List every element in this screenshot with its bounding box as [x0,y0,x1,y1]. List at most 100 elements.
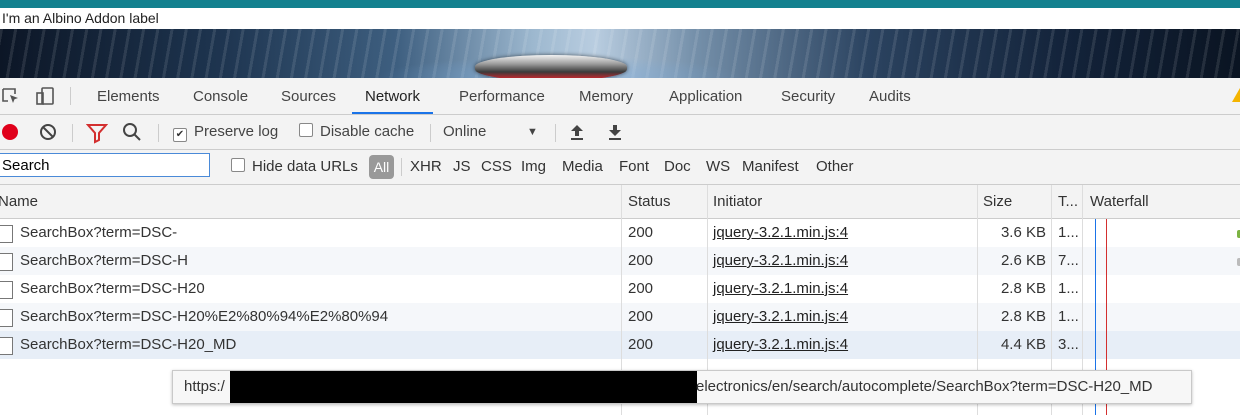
banner-product-image [475,55,627,78]
checkbox-icon [299,123,313,137]
dropdown-arrow-icon[interactable]: ▼ [527,115,538,149]
export-har-icon[interactable] [607,115,623,149]
tab-console[interactable]: Console [191,78,250,114]
import-har-icon[interactable] [569,115,585,149]
request-size: 2.8 KB [1000,280,1046,297]
table-row-selected[interactable]: SearchBox?term=DSC-H20_MD 200 jquery-3.2… [0,331,1240,359]
clear-icon[interactable] [38,115,58,149]
toolbar-divider [555,124,556,142]
request-name: SearchBox?term=DSC-H20_MD [20,336,237,353]
request-name: SearchBox?term=DSC-H20 [20,280,205,297]
filter-type-img[interactable]: Img [521,150,546,184]
request-time: 1... [1058,224,1079,241]
request-time: 1... [1058,280,1079,297]
checkbox-icon [231,158,245,172]
hide-data-urls-checkbox[interactable]: Hide data URLs [231,150,358,184]
request-size: 2.8 KB [1000,308,1046,325]
request-initiator-link[interactable]: jquery-3.2.1.min.js:4 [713,303,848,331]
toolbar-divider [72,124,73,142]
request-initiator-link[interactable]: jquery-3.2.1.min.js:4 [713,219,848,247]
request-initiator-link[interactable]: jquery-3.2.1.min.js:4 [713,275,848,303]
request-status: 200 [628,308,654,325]
request-time: 3... [1058,336,1079,353]
column-header-waterfall[interactable]: Waterfall [1090,185,1149,218]
toolbar-divider [430,124,431,142]
request-time: 7... [1058,252,1079,269]
hide-data-urls-label: Hide data URLs [252,158,358,175]
request-status: 200 [628,252,654,269]
filter-type-xhr[interactable]: XHR [410,150,442,184]
request-size: 3.6 KB [1000,224,1046,241]
column-header-size[interactable]: Size [983,185,1012,218]
addon-label: I'm an Albino Addon label [2,10,159,26]
tooltip-url-suffix: electronics/en/search/autocomplete/Searc… [696,378,1153,395]
tab-elements[interactable]: Elements [95,78,162,114]
throttle-value: Online [443,123,487,140]
table-row[interactable]: SearchBox?term=DSC- 200 jquery-3.2.1.min… [0,219,1240,247]
tab-performance[interactable]: Performance [457,78,547,114]
disable-cache-label: Disable cache [320,123,415,140]
request-initiator-link[interactable]: jquery-3.2.1.min.js:4 [713,247,848,275]
document-icon [0,253,13,271]
inspect-element-icon[interactable] [1,87,21,105]
tab-security[interactable]: Security [779,78,837,114]
document-icon [0,337,13,355]
toolbar-divider [158,124,159,142]
request-status: 200 [628,224,654,241]
filter-type-doc[interactable]: Doc [664,150,691,184]
table-row[interactable]: SearchBox?term=DSC-H20 200 jquery-3.2.1.… [0,275,1240,303]
document-icon [0,309,13,327]
tab-application[interactable]: Application [667,78,744,114]
table-header: Name Status Initiator Size T... Waterfal… [0,185,1240,219]
tab-divider [70,87,71,105]
filter-type-manifest[interactable]: Manifest [742,150,799,184]
filter-type-other[interactable]: Other [816,150,854,184]
devtools-tab-strip: Elements Console Sources Network Perform… [0,78,1240,115]
filter-type-js[interactable]: JS [453,150,471,184]
request-name: SearchBox?term=DSC-H20%E2%80%94%E2%80%94 [20,308,389,325]
filter-search-input[interactable] [0,153,210,177]
request-status: 200 [628,336,654,353]
warning-icon[interactable] [1232,88,1240,102]
page-banner-image [0,29,1240,78]
request-size: 4.4 KB [1000,336,1046,353]
throttle-select[interactable]: Online [443,115,486,149]
table-row[interactable]: SearchBox?term=DSC-H20%E2%80%94%E2%80%94… [0,303,1240,331]
column-header-initiator[interactable]: Initiator [713,185,762,218]
preserve-log-checkbox[interactable]: ✔ Preserve log [173,115,278,149]
top-accent-bar [0,0,1240,8]
request-initiator-link[interactable]: jquery-3.2.1.min.js:4 [713,331,848,359]
request-name: SearchBox?term=DSC- [20,224,178,241]
column-header-name[interactable]: Name [0,185,38,218]
filter-type-css[interactable]: CSS [481,150,512,184]
request-time: 1... [1058,308,1079,325]
device-toolbar-icon[interactable] [36,87,56,105]
filter-icon[interactable] [85,115,109,149]
column-header-time[interactable]: T... [1058,185,1078,218]
request-status: 200 [628,280,654,297]
filter-type-media[interactable]: Media [562,150,603,184]
preserve-log-label: Preserve log [194,123,279,140]
request-name: SearchBox?term=DSC-H [20,252,188,269]
filter-type-font[interactable]: Font [619,150,649,184]
url-tooltip: https:/ electronics/en/search/autocomple… [172,370,1192,404]
filter-type-all[interactable]: All [369,155,394,179]
tooltip-url-prefix: https:/ [184,378,225,395]
checkbox-checked-icon: ✔ [173,128,187,142]
search-icon[interactable] [121,115,143,149]
tab-memory[interactable]: Memory [577,78,635,114]
tab-sources[interactable]: Sources [279,78,338,114]
redaction-bar [230,371,697,403]
filter-divider [401,158,402,176]
network-toolbar: ✔ Preserve log Disable cache Online ▼ [0,115,1240,150]
disable-cache-checkbox[interactable]: Disable cache [299,115,414,149]
tab-audits[interactable]: Audits [867,78,913,114]
document-icon [0,281,13,299]
tab-network[interactable]: Network [352,78,434,114]
column-header-status[interactable]: Status [628,185,671,218]
record-icon[interactable] [2,124,18,140]
table-row[interactable]: SearchBox?term=DSC-H 200 jquery-3.2.1.mi… [0,247,1240,275]
filter-bar: Hide data URLs All XHR JS CSS Img Media … [0,150,1240,185]
filter-type-ws[interactable]: WS [706,150,730,184]
document-icon [0,225,13,243]
